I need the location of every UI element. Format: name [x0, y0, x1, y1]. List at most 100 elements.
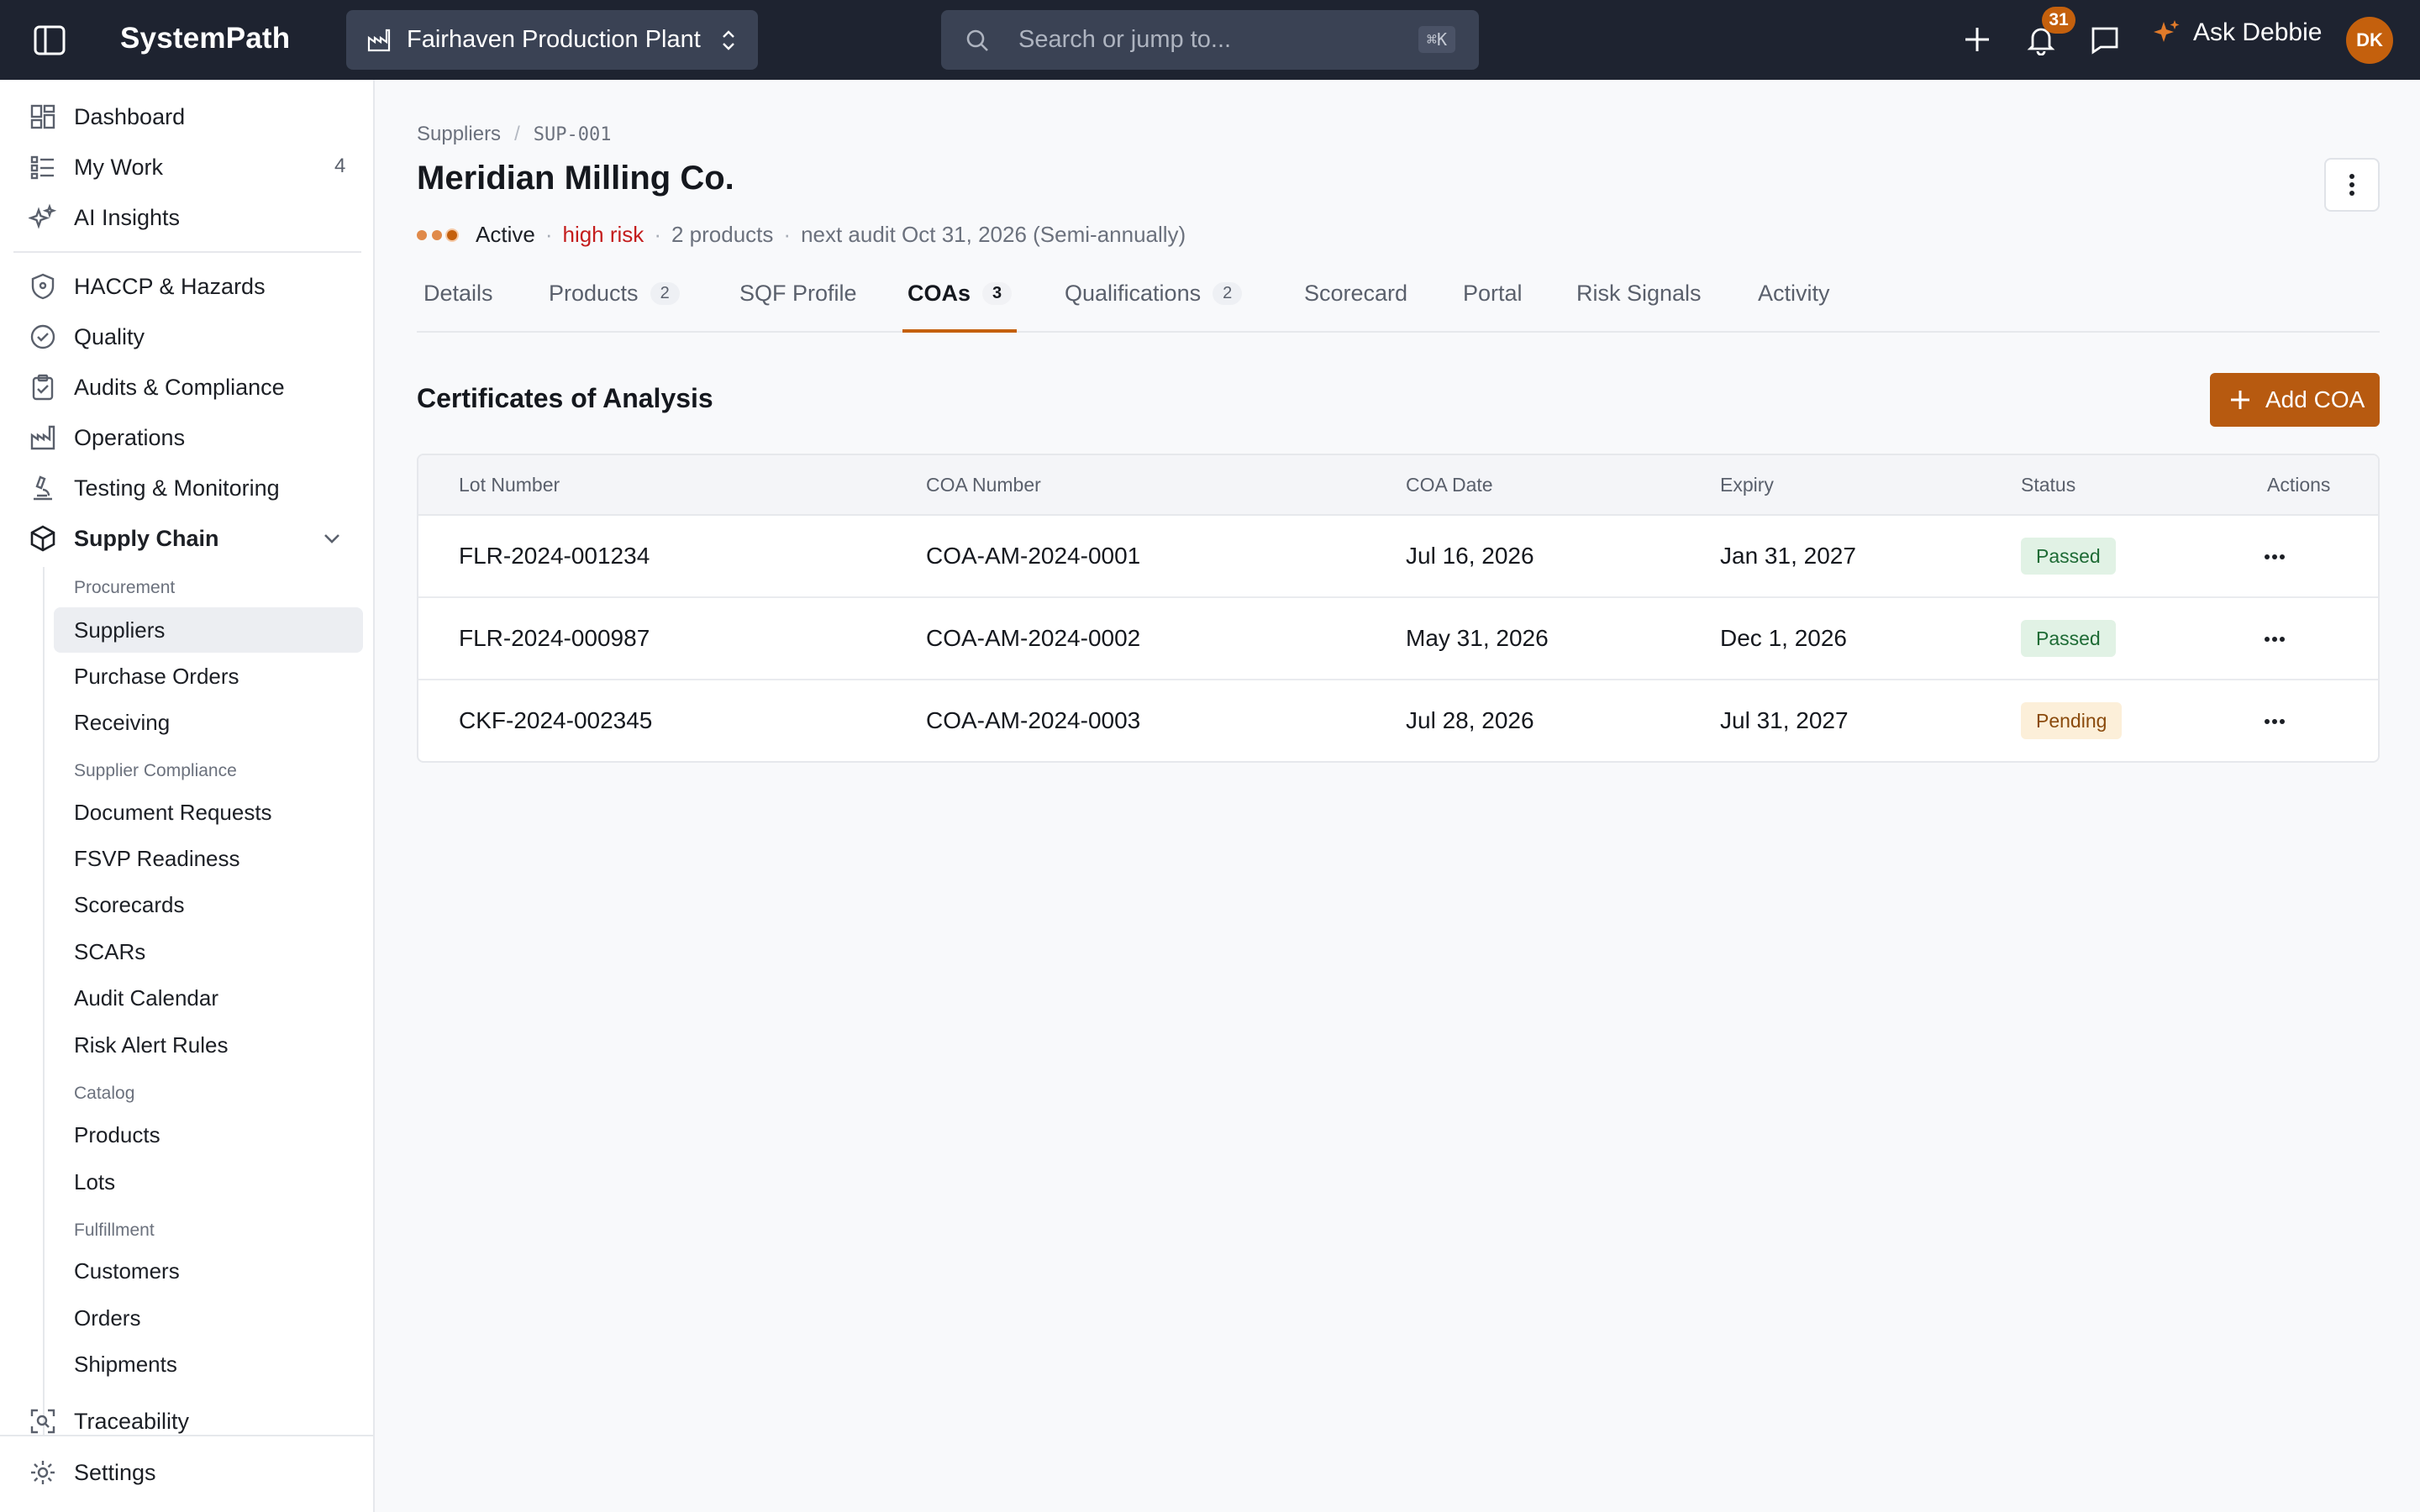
risk-level-dots-icon: [417, 229, 462, 240]
expiry-cell: Jul 31, 2027: [1720, 707, 1849, 733]
sidebar-item-haccp[interactable]: HACCP & Hazards: [29, 265, 266, 307]
more-horizontal-icon[interactable]: [2260, 707, 2289, 736]
tab-portal[interactable]: Portal: [1463, 281, 1523, 333]
column-header-coa-date[interactable]: COA Date: [1406, 474, 1493, 496]
more-vertical-icon: [2349, 174, 2354, 196]
check-circle-icon: [30, 324, 55, 349]
sidebar-item-shipments[interactable]: Shipments: [54, 1341, 363, 1387]
tab-scorecard[interactable]: Scorecard: [1304, 281, 1407, 333]
sidebar-item-lots[interactable]: Lots: [54, 1159, 363, 1205]
sidebar-item-label: AI Insights: [74, 204, 181, 230]
group-label-procurement: Procurement: [74, 578, 176, 597]
sidebar-item-risk-alert-rules[interactable]: Risk Alert Rules: [54, 1022, 363, 1068]
sidebar-item-scars[interactable]: SCARs: [54, 929, 363, 974]
expiry-cell: Dec 1, 2026: [1720, 625, 1847, 651]
chat-icon[interactable]: [2089, 24, 2121, 55]
avatar[interactable]: DK: [2346, 17, 2393, 64]
tab-count-badge: 2: [1213, 282, 1243, 305]
sidebar-item-my-work[interactable]: My Work: [29, 146, 163, 188]
search-icon: [966, 29, 988, 51]
table-row[interactable]: FLR-2024-001234 COA-AM-2024-0001 Jul 16,…: [418, 516, 2378, 598]
coa-number-cell: COA-AM-2024-0002: [926, 625, 1141, 651]
tab-sqf-profile[interactable]: SQF Profile: [739, 281, 857, 333]
sidebar-toggle-icon[interactable]: [34, 25, 66, 55]
group-label-supplier-compliance: Supplier Compliance: [74, 761, 237, 780]
sidebar-item-audits[interactable]: Audits & Compliance: [29, 366, 285, 408]
tab-label: COAs: [908, 281, 971, 306]
plus-icon[interactable]: [1961, 24, 1993, 55]
lot-number-cell: FLR-2024-001234: [459, 543, 650, 569]
tab-qualifications[interactable]: Qualifications 2: [1065, 281, 1243, 333]
chevron-down-icon[interactable]: [321, 528, 343, 549]
sidebar-item-label: Testing & Monitoring: [74, 475, 280, 501]
notification-badge: 31: [2042, 7, 2075, 34]
factory-icon: [30, 425, 55, 450]
sidebar-item-orders[interactable]: Orders: [54, 1295, 363, 1341]
add-coa-button[interactable]: Add COA: [2210, 373, 2380, 427]
table-row[interactable]: FLR-2024-000987 COA-AM-2024-0002 May 31,…: [418, 598, 2378, 680]
sidebar-item-quality[interactable]: Quality: [29, 316, 145, 358]
gear-icon: [31, 1461, 55, 1484]
sidebar-item-customers[interactable]: Customers: [54, 1248, 363, 1294]
sidebar-item-purchase-orders[interactable]: Purchase Orders: [54, 654, 363, 699]
plus-icon: [2231, 391, 2249, 409]
status-badge: Passed: [2021, 620, 2116, 657]
search-input[interactable]: Search or jump to... ⌘K: [941, 10, 1479, 70]
factory-icon: [367, 29, 391, 51]
ask-debbie-button[interactable]: Ask Debbie: [2153, 18, 2322, 47]
tab-activity[interactable]: Activity: [1758, 281, 1830, 333]
column-header-coa-number[interactable]: COA Number: [926, 474, 1041, 496]
tab-risk-signals[interactable]: Risk Signals: [1576, 281, 1702, 333]
sidebar-item-label: HACCP & Hazards: [74, 273, 266, 299]
sidebar-item-receiving[interactable]: Receiving: [54, 700, 363, 745]
tab-details[interactable]: Details: [424, 281, 493, 333]
risk-level-text: high risk: [562, 222, 644, 247]
coa-date-cell: Jul 28, 2026: [1406, 707, 1534, 733]
sidebar-item-products[interactable]: Products: [54, 1112, 363, 1158]
tab-label: Scorecard: [1304, 281, 1408, 306]
brand-logo[interactable]: SystemPath: [120, 22, 290, 55]
tab-products[interactable]: Products 2: [549, 281, 680, 333]
tab-label: Qualifications: [1065, 281, 1202, 306]
search-shortcut: ⌘K: [1418, 26, 1455, 53]
column-header-expiry[interactable]: Expiry: [1720, 474, 1774, 496]
sidebar-item-operations[interactable]: Operations: [29, 417, 185, 459]
meta-separator: ·: [654, 222, 661, 247]
sidebar-item-settings[interactable]: Settings: [29, 1452, 156, 1494]
section-title: Certificates of Analysis: [417, 383, 713, 413]
tab-count-badge: 2: [650, 282, 680, 305]
sidebar-item-fsvp-readiness[interactable]: FSVP Readiness: [54, 836, 363, 881]
sidebar-item-document-requests[interactable]: Document Requests: [54, 790, 363, 835]
coa-number-cell: COA-AM-2024-0003: [926, 707, 1141, 733]
page-title: Meridian Milling Co.: [417, 160, 734, 197]
shield-icon: [31, 273, 55, 300]
column-header-status[interactable]: Status: [2021, 474, 2075, 496]
column-header-lot-number[interactable]: Lot Number: [459, 474, 560, 496]
more-options-button[interactable]: [2324, 158, 2380, 212]
breadcrumb: Suppliers / SUP-001: [417, 123, 611, 146]
breadcrumb-suppliers-link[interactable]: Suppliers: [417, 123, 501, 146]
microscope-icon: [34, 475, 52, 501]
tab-coas[interactable]: COAs 3: [902, 281, 1018, 333]
sidebar-footer: Settings: [0, 1435, 373, 1512]
sidebar-item-scorecards[interactable]: Scorecards: [54, 882, 363, 927]
more-horizontal-icon[interactable]: [2260, 625, 2289, 654]
plant-selector[interactable]: Fairhaven Production Plant: [346, 10, 758, 70]
scan-icon: [30, 1409, 55, 1434]
tab-label: Risk Signals: [1576, 281, 1702, 306]
meta-separator: ·: [783, 222, 792, 247]
sidebar-item-testing[interactable]: Testing & Monitoring: [29, 467, 280, 509]
more-horizontal-icon[interactable]: [2260, 543, 2289, 571]
tab-count-badge: 3: [982, 282, 1013, 305]
sidebar-item-suppliers[interactable]: Suppliers: [54, 607, 363, 653]
table-row[interactable]: CKF-2024-002345 COA-AM-2024-0003 Jul 28,…: [418, 680, 2378, 761]
submenu-guide-line: [43, 567, 45, 1457]
sidebar-item-dashboard[interactable]: Dashboard: [29, 96, 185, 138]
table-header: Lot Number COA Number COA Date Expiry St…: [418, 455, 2378, 516]
sidebar-item-supply-chain[interactable]: Supply Chain: [29, 517, 219, 559]
sidebar-item-audit-calendar[interactable]: Audit Calendar: [54, 975, 363, 1021]
sidebar-divider: [13, 251, 361, 253]
sidebar-item-ai-insights[interactable]: AI Insights: [29, 197, 180, 239]
next-audit-text: next audit Oct 31, 2026 (Semi-annually): [801, 222, 1186, 247]
lot-number-cell: CKF-2024-002345: [459, 707, 653, 733]
